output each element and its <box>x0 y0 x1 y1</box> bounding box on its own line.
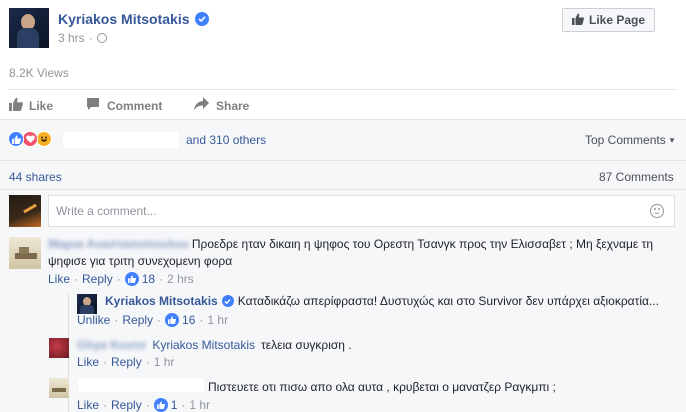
reply-author[interactable]: Ολγα Κουτσ <box>77 338 146 352</box>
reply-time[interactable]: 1 hr <box>189 398 210 412</box>
thumbs-up-icon <box>571 13 584 28</box>
verified-badge-icon <box>194 12 209 26</box>
comment-like-link[interactable]: Like <box>48 272 70 286</box>
haha-reaction-icon <box>36 131 52 147</box>
verified-badge-icon <box>221 295 234 307</box>
reply-reply-link[interactable]: Reply <box>111 398 142 412</box>
comment-author[interactable]: Μαρια Αναστασοπουλου <box>48 237 189 251</box>
reply-reply-link[interactable]: Reply <box>111 355 142 369</box>
reply-avatar[interactable] <box>49 338 69 358</box>
reply-avatar[interactable] <box>77 294 97 314</box>
reply-like-link[interactable]: Like <box>77 355 99 369</box>
comment-action-label: Comment <box>107 98 163 113</box>
top-comments-label: Top Comments <box>585 133 666 147</box>
like-reaction-icon <box>165 313 180 327</box>
share-arrow-icon <box>194 97 209 114</box>
user-avatar <box>9 195 41 227</box>
comment-action[interactable]: Comment <box>86 97 162 114</box>
divider <box>9 89 677 90</box>
caret-down-icon: ▾ <box>669 134 675 145</box>
reply-like-count[interactable]: 1 <box>153 398 178 412</box>
comment-like-count[interactable]: 18 <box>124 272 156 286</box>
page-avatar[interactable] <box>9 8 49 48</box>
comment-reply-link[interactable]: Reply <box>82 272 113 286</box>
reply-text: Καταδικάζω απερίφραστα! Δυστυχώς και στο… <box>237 294 659 308</box>
comment-text-line2: ψηφισε για τριτη συνεχομενη φορα <box>48 254 233 268</box>
comment-bubble-icon <box>86 97 100 114</box>
comment-input-placeholder: Write a comment... <box>56 204 157 218</box>
emoji-icon[interactable] <box>650 204 664 218</box>
like-count-number: 16 <box>182 313 196 327</box>
like-action-label: Like <box>29 98 54 113</box>
reply-avatar[interactable] <box>49 378 69 398</box>
page-name[interactable]: Kyriakos Mitsotakis <box>58 11 190 27</box>
reaction-summary[interactable]: and 310 others <box>186 133 266 147</box>
post-time[interactable]: 3 hrs <box>58 31 85 45</box>
like-action[interactable]: Like <box>9 97 53 114</box>
comment-input[interactable]: Write a comment... <box>48 195 675 227</box>
globe-icon <box>96 33 107 43</box>
like-reaction-icon <box>153 398 168 412</box>
like-count-number: 18 <box>141 272 156 286</box>
share-count[interactable]: 44 shares <box>9 170 62 184</box>
redacted-reply-author <box>77 377 205 393</box>
like-reaction-icon <box>124 272 139 286</box>
view-count: 8.2K Views <box>9 66 69 80</box>
reply-like-count[interactable]: 16 <box>165 313 195 327</box>
like-count-number: 1 <box>170 398 178 412</box>
reply-text: τελεια συγκριση . <box>261 338 352 352</box>
like-page-button[interactable]: Like Page <box>562 8 655 32</box>
comment-time[interactable]: 2 hrs <box>167 272 194 286</box>
reply-text: Πιστευετε οτι πισω απο ολα αυτα , κρυβετ… <box>208 380 556 394</box>
divider <box>0 189 686 190</box>
comment-count[interactable]: 87 Comments <box>599 170 674 184</box>
like-page-label: Like Page <box>588 13 646 27</box>
love-reaction-icon <box>22 131 38 147</box>
reply-like-link[interactable]: Like <box>77 398 99 412</box>
redacted-names <box>62 131 180 149</box>
reply-mention[interactable]: Kyriakos Mitsotakis <box>152 338 255 352</box>
top-comments-dropdown[interactable]: Top Comments ▾ <box>585 133 674 147</box>
comment-text-line1: Προεδρε ηταν δικαιη η ψηφος του Ορεστη Τ… <box>191 237 653 251</box>
share-action[interactable]: Share <box>194 97 249 114</box>
divider <box>0 160 686 161</box>
reply-time[interactable]: 1 hr <box>207 313 228 327</box>
share-action-label: Share <box>216 98 250 113</box>
separator-dot: · <box>88 31 93 45</box>
thumbs-up-icon <box>9 97 23 114</box>
commenter-avatar[interactable] <box>9 237 41 269</box>
reply-unlike-link[interactable]: Unlike <box>77 313 110 327</box>
reply-time[interactable]: 1 hr <box>154 355 175 369</box>
reply-reply-link[interactable]: Reply <box>122 313 153 327</box>
like-reaction-icon <box>8 131 24 147</box>
reaction-icons[interactable] <box>8 131 60 149</box>
reply-author[interactable]: Kyriakos Mitsotakis <box>105 294 218 308</box>
